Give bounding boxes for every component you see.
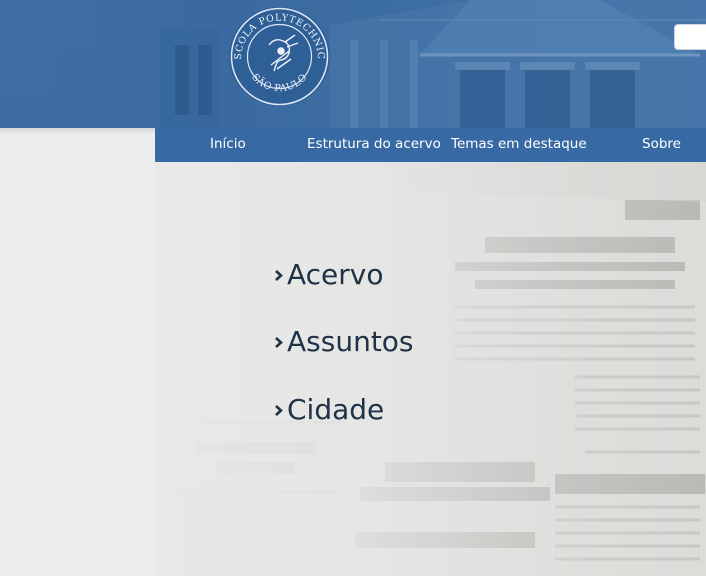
link-cidade-label: Cidade	[287, 393, 385, 426]
background-fade-overlay	[155, 162, 706, 576]
chevron-right-icon	[272, 265, 287, 285]
link-cidade[interactable]: Cidade	[272, 393, 384, 426]
page: ESCOLA POLYTECHNICA SÃO PAULO Início Est…	[0, 0, 706, 576]
link-acervo[interactable]: Acervo	[272, 258, 384, 291]
nav-item-inicio[interactable]: Início	[210, 128, 246, 162]
building-facade-image	[0, 0, 706, 128]
main-nav: Início Estrutura do acervo Temas em dest…	[155, 128, 706, 163]
chevron-right-icon	[272, 400, 287, 420]
search-input[interactable]	[674, 24, 706, 50]
header-shadow	[0, 128, 155, 134]
link-assuntos-label: Assuntos	[287, 325, 414, 358]
site-header: ESCOLA POLYTECHNICA SÃO PAULO	[0, 0, 706, 128]
main-content: Acervo Assuntos Cidade	[155, 162, 706, 576]
chevron-right-icon	[272, 332, 287, 352]
link-assuntos[interactable]: Assuntos	[272, 325, 414, 358]
escola-polytechnica-logo[interactable]: ESCOLA POLYTECHNICA SÃO PAULO	[229, 7, 330, 106]
nav-item-temas-em-destaque[interactable]: Temas em destaque	[451, 128, 587, 162]
nav-item-sobre[interactable]: Sobre	[642, 128, 681, 162]
nav-item-estrutura-do-acervo[interactable]: Estrutura do acervo	[307, 128, 441, 162]
link-acervo-label: Acervo	[287, 258, 384, 291]
